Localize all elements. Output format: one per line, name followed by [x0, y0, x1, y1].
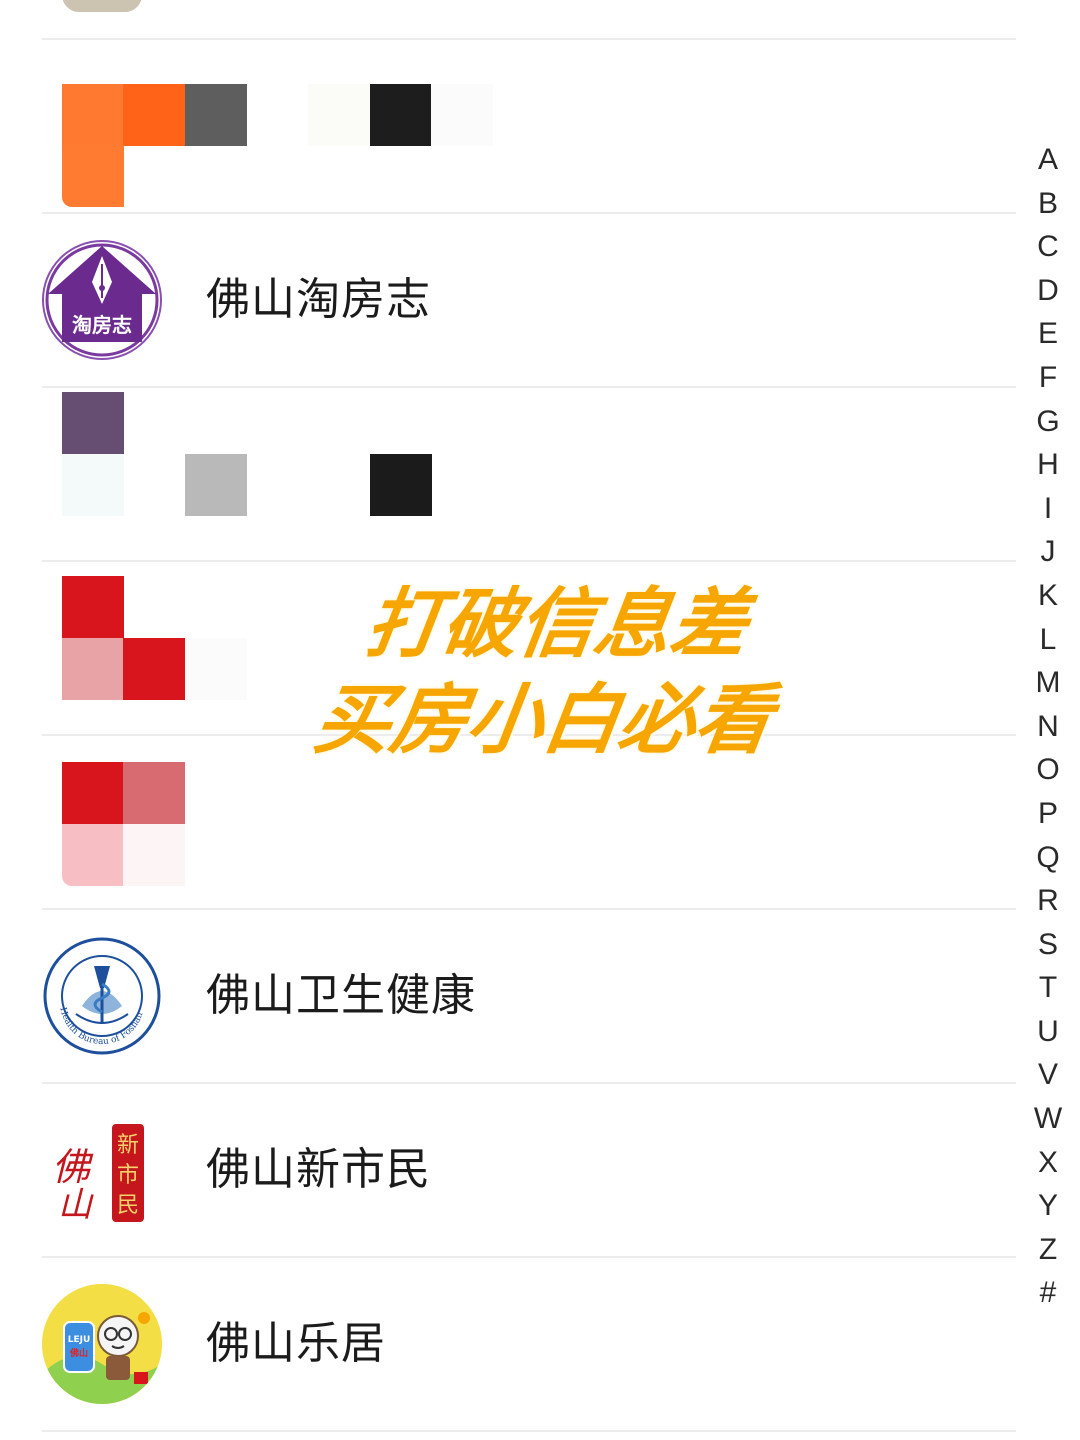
pixelated-avatar-block: [62, 824, 124, 886]
index-letter[interactable]: T: [1026, 966, 1070, 1010]
contact-name: 佛山卫生健康: [206, 970, 476, 1021]
xinshimin-calligraphy-icon: 佛 山 新 市 民: [42, 1110, 162, 1230]
index-letter[interactable]: Q: [1026, 836, 1070, 880]
index-letter[interactable]: I: [1026, 487, 1070, 531]
pixelated-avatar-block: [62, 454, 124, 516]
health-bureau-seal-icon: Health Bureau of Foshan: [42, 936, 162, 1056]
pixelated-avatar-block: [123, 84, 185, 146]
promo-overlay-text: 打破信息差 买房小白必看: [237, 576, 864, 768]
pixelated-avatar-block: [62, 392, 124, 454]
pixelated-avatar-block: [62, 145, 124, 207]
index-letter[interactable]: H: [1026, 443, 1070, 487]
promo-line-2: 买房小白必看: [309, 675, 778, 764]
partial-avatar: [62, 0, 142, 12]
svg-text:淘房志: 淘房志: [72, 313, 132, 337]
pixelated-avatar-block: [62, 762, 124, 824]
svg-text:佛山: 佛山: [69, 1347, 88, 1359]
contact-row[interactable]: 淘房志 佛山淘房志: [0, 214, 1030, 386]
index-letter[interactable]: #: [1026, 1271, 1070, 1315]
promo-line-1: 打破信息差: [360, 579, 754, 668]
index-letter[interactable]: W: [1026, 1097, 1070, 1141]
index-letter[interactable]: V: [1026, 1053, 1070, 1097]
pixelated-name-block: [308, 84, 370, 146]
contact-name: 佛山乐居: [206, 1318, 386, 1369]
contact-row-pixelated[interactable]: [0, 40, 1030, 212]
index-letter[interactable]: F: [1026, 356, 1070, 400]
svg-text:山: 山: [58, 1185, 94, 1225]
svg-text:新: 新: [117, 1133, 139, 1158]
pixelated-name-block: [370, 454, 432, 516]
leju-mascot-icon: LEJU 佛山: [42, 1284, 162, 1404]
taofangzhi-logo-icon: 淘房志: [42, 240, 162, 360]
index-letter[interactable]: U: [1026, 1010, 1070, 1054]
index-letter[interactable]: Y: [1026, 1184, 1070, 1228]
index-letter[interactable]: B: [1026, 182, 1070, 226]
svg-text:LEJU: LEJU: [68, 1335, 91, 1345]
index-letter[interactable]: X: [1026, 1141, 1070, 1185]
contact-name: 佛山淘房志: [206, 274, 431, 325]
index-letter[interactable]: E: [1026, 312, 1070, 356]
contact-row[interactable]: LEJU 佛山 佛山乐居: [0, 1258, 1030, 1430]
index-letter[interactable]: N: [1026, 705, 1070, 749]
index-letter[interactable]: O: [1026, 748, 1070, 792]
svg-text:民: 民: [117, 1193, 139, 1218]
contact-row-pixelated[interactable]: [0, 388, 1030, 560]
pixelated-avatar-block: [123, 824, 185, 886]
contact-row[interactable]: Health Bureau of Foshan 佛山卫生健康: [0, 910, 1030, 1082]
index-letter[interactable]: D: [1026, 269, 1070, 313]
svg-text:市: 市: [117, 1163, 139, 1188]
pixelated-name-block: [185, 454, 247, 516]
index-letter[interactable]: P: [1026, 792, 1070, 836]
index-letter[interactable]: K: [1026, 574, 1070, 618]
index-letter[interactable]: J: [1026, 530, 1070, 574]
row-divider: [42, 1430, 1016, 1432]
index-letter[interactable]: S: [1026, 923, 1070, 967]
pixelated-name-block: [185, 638, 247, 700]
index-letter[interactable]: R: [1026, 879, 1070, 923]
index-letter[interactable]: M: [1026, 661, 1070, 705]
index-letter[interactable]: G: [1026, 400, 1070, 444]
contact-row[interactable]: 佛 山 新 市 民 佛山新市民: [0, 1084, 1030, 1256]
pixelated-avatar-block: [123, 762, 185, 824]
pixelated-name-block: [185, 84, 247, 146]
index-letter[interactable]: Z: [1026, 1228, 1070, 1272]
pixelated-name-block: [370, 84, 432, 146]
alphabet-index[interactable]: A B C D E F G H I J K L M N O P Q R S T U V W X Y Z #: [1026, 138, 1070, 1315]
pixelated-name-block: [431, 84, 493, 146]
pixelated-avatar-block: [62, 638, 124, 700]
pixelated-avatar-block: [62, 576, 124, 638]
pixelated-avatar-block: [123, 638, 185, 700]
svg-text:佛: 佛: [52, 1145, 94, 1189]
index-letter[interactable]: A: [1026, 138, 1070, 182]
pixelated-avatar-block: [62, 84, 124, 146]
contact-name: 佛山新市民: [206, 1144, 431, 1195]
index-letter[interactable]: C: [1026, 225, 1070, 269]
index-letter[interactable]: L: [1026, 618, 1070, 662]
